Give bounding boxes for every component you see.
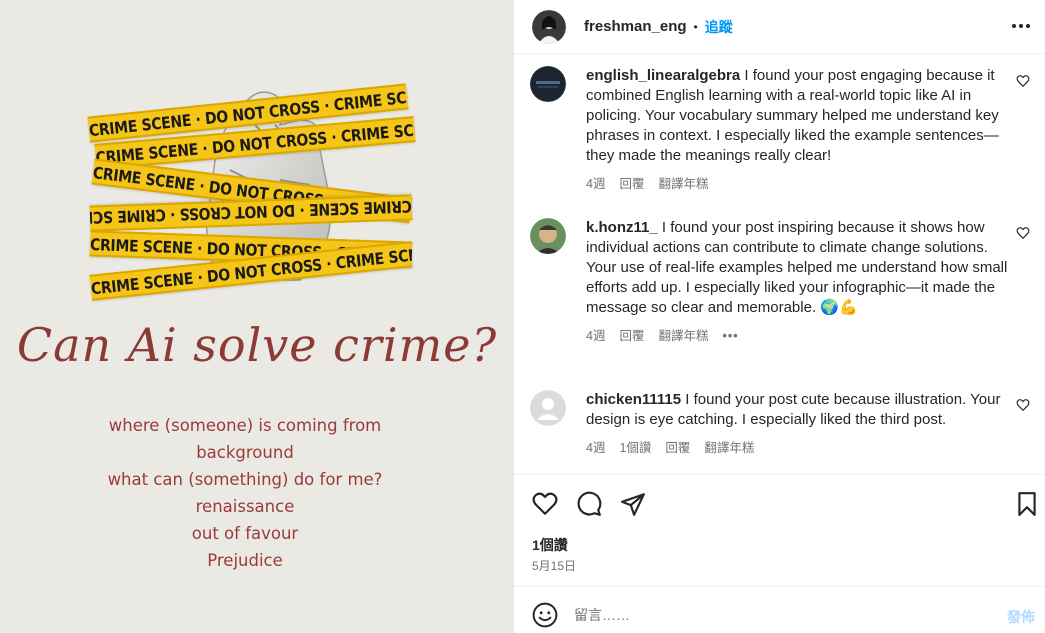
comments-list: english_linearalgebra I found your post … xyxy=(514,55,1045,474)
comment-time[interactable]: 4週 xyxy=(586,438,605,458)
bookmark-icon[interactable] xyxy=(1014,491,1040,517)
share-icon[interactable] xyxy=(620,491,646,517)
comment-composer: 發佈 xyxy=(514,586,1045,633)
author-username[interactable]: freshman_eng xyxy=(584,18,687,35)
heart-icon[interactable] xyxy=(1016,398,1030,412)
author-avatar[interactable] xyxy=(532,9,566,44)
comment-likes-count[interactable]: 1個讚 xyxy=(619,438,651,458)
poster-vocab-item: renaissance xyxy=(195,497,295,516)
commenter-username[interactable]: k.honz11_ xyxy=(586,219,658,236)
comment-meta: 4週 回覆 翻譯年糕 ••• xyxy=(586,326,1011,346)
commenter-username[interactable]: english_linearalgebra xyxy=(586,67,740,84)
emoji-icon[interactable] xyxy=(532,602,558,628)
poster-vocab-item: out of favour xyxy=(191,524,299,543)
reply-button[interactable]: 回覆 xyxy=(619,326,644,346)
commenter-avatar[interactable] xyxy=(530,218,566,254)
translate-button[interactable]: 翻譯年糕 xyxy=(704,438,754,458)
commenter-avatar[interactable] xyxy=(530,66,566,102)
poster-vocab-item: Prejudice xyxy=(207,551,283,570)
heart-icon[interactable] xyxy=(1016,74,1030,88)
reply-button[interactable]: 回覆 xyxy=(665,438,690,458)
post-comment-button[interactable]: 發佈 xyxy=(1007,607,1035,627)
poster-title: Can Ai solve crime? xyxy=(16,318,498,372)
more-horizontal-icon[interactable] xyxy=(1009,14,1033,38)
translate-button[interactable]: 翻譯年糕 xyxy=(658,174,708,194)
commenter-avatar[interactable] xyxy=(530,390,566,426)
poster-vocab-item: what can (something) do for me? xyxy=(107,470,383,489)
post-date[interactable]: 5月15日 xyxy=(532,557,576,574)
comment-meta: 4週 1個讚 回覆 翻譯年糕 xyxy=(586,438,1011,458)
translate-button[interactable]: 翻譯年糕 xyxy=(658,326,708,346)
poster-vocab-list: where (someone) is coming from backgroun… xyxy=(0,412,490,574)
comment-time[interactable]: 4週 xyxy=(586,326,605,346)
poster-vocab-item: background xyxy=(196,443,294,462)
comment-options-button[interactable]: ••• xyxy=(722,326,738,346)
comment-icon[interactable] xyxy=(576,491,602,517)
reply-button[interactable]: 回覆 xyxy=(619,174,644,194)
post-actions: 1個讚 5月15日 xyxy=(514,474,1045,586)
comment-input[interactable] xyxy=(574,600,984,630)
separator-dot: • xyxy=(693,19,698,34)
post-image: CRIME SCENE · DO NOT CROSS · CRIME SCENE… xyxy=(0,0,514,633)
commenter-username[interactable]: chicken11115 xyxy=(586,391,681,408)
comment-time[interactable]: 4週 xyxy=(586,174,605,194)
likes-count[interactable]: 1個讚 xyxy=(532,535,568,555)
post-header: freshman_eng • 追蹤 xyxy=(514,0,1045,54)
heart-icon[interactable] xyxy=(532,491,558,517)
poster-vocab-item: where (someone) is coming from xyxy=(108,416,382,435)
heart-icon[interactable] xyxy=(1016,226,1030,240)
post-detail-panel: freshman_eng • 追蹤 english_linearalgebra … xyxy=(514,0,1045,633)
comment-meta: 4週 回覆 翻譯年糕 xyxy=(586,174,1011,194)
follow-button[interactable]: 追蹤 xyxy=(705,17,733,37)
